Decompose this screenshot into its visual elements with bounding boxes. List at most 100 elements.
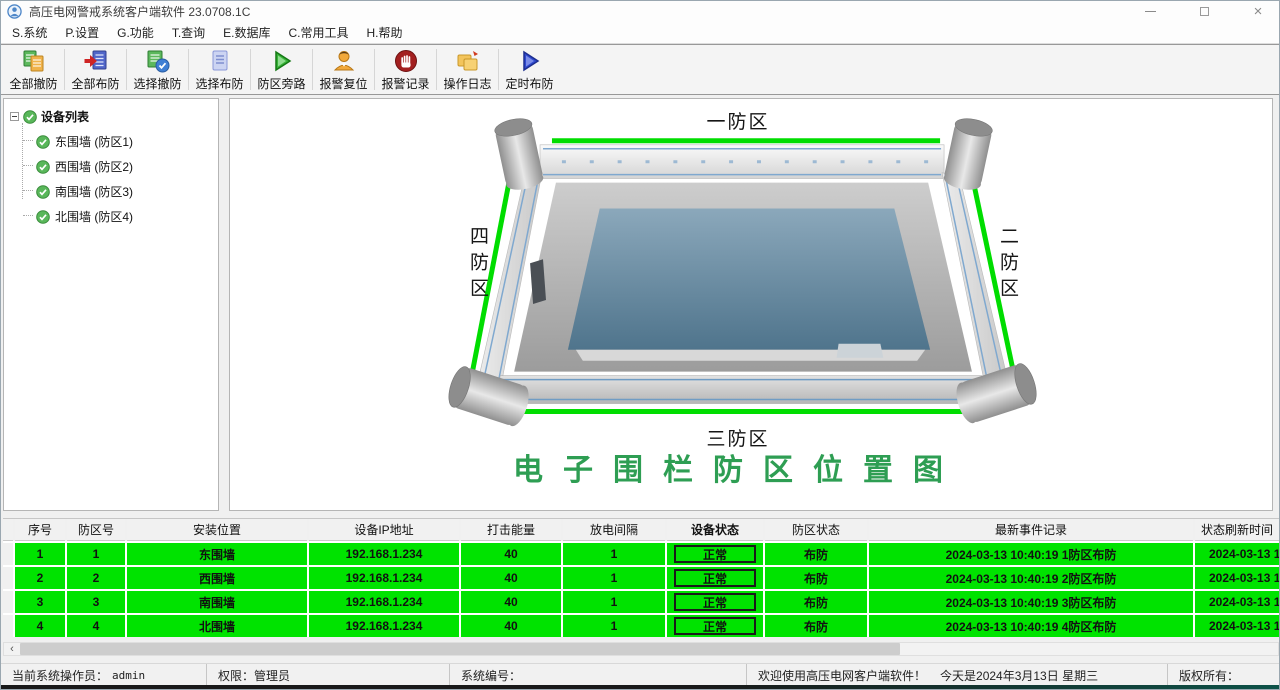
cell-seq[interactable]: 3 bbox=[15, 591, 65, 613]
menu-settings[interactable]: P.设置 bbox=[56, 22, 108, 43]
tree-item-label: 东围墙 (防区1) bbox=[55, 133, 133, 150]
close-button[interactable]: × bbox=[1245, 1, 1271, 22]
operation-log-icon bbox=[455, 48, 481, 74]
menu-common-tools[interactable]: C.常用工具 bbox=[280, 22, 358, 43]
select-disarm-button[interactable]: 选择撤防 bbox=[127, 45, 188, 94]
select-arm-button[interactable]: 选择布防 bbox=[189, 45, 250, 94]
device-status-chip: 正常 bbox=[674, 545, 757, 563]
minimize-button[interactable] bbox=[1137, 1, 1163, 22]
maximize-button[interactable] bbox=[1191, 1, 1217, 22]
cell-location[interactable]: 南围墙 bbox=[127, 591, 307, 613]
cell-zone-status[interactable]: 布防 bbox=[765, 543, 867, 565]
cell-latest-event[interactable]: 2024-03-13 10:40:19 2防区布防 bbox=[869, 567, 1193, 589]
device-status-chip: 正常 bbox=[674, 617, 757, 635]
cell-zone-no[interactable]: 1 bbox=[67, 543, 125, 565]
scrollbar-thumb[interactable] bbox=[20, 643, 900, 655]
timed-arm-button[interactable]: 定时布防 bbox=[499, 45, 560, 94]
cell-device-status[interactable]: 正常 bbox=[667, 543, 763, 565]
cell-zone-no[interactable]: 3 bbox=[67, 591, 125, 613]
cell-ip[interactable]: 192.168.1.234 bbox=[309, 567, 459, 589]
cell-zone-status[interactable]: 布防 bbox=[765, 567, 867, 589]
col-ip: 设备IP地址 bbox=[309, 519, 459, 541]
cell-refresh-time[interactable]: 2024-03-13 10:40:1 bbox=[1195, 591, 1279, 613]
cell-location[interactable]: 西围墙 bbox=[127, 567, 307, 589]
tree-item-west-wall[interactable]: 西围墙 (防区2) bbox=[36, 158, 212, 175]
operation-log-button[interactable]: 操作日志 bbox=[437, 45, 498, 94]
row-handle[interactable] bbox=[3, 591, 13, 613]
row-handle[interactable] bbox=[3, 567, 13, 589]
cell-ip[interactable]: 192.168.1.234 bbox=[309, 591, 459, 613]
cell-energy[interactable]: 40 bbox=[461, 591, 561, 613]
arm-all-button[interactable]: 全部布防 bbox=[65, 45, 126, 94]
cell-device-status[interactable]: 正常 bbox=[667, 591, 763, 613]
row-handle[interactable] bbox=[3, 615, 13, 637]
alarm-record-button[interactable]: 报警记录 bbox=[375, 45, 436, 94]
disarm-all-button[interactable]: 全部撤防 bbox=[3, 45, 64, 94]
menu-help[interactable]: H.帮助 bbox=[358, 22, 412, 43]
cell-energy[interactable]: 40 bbox=[461, 543, 561, 565]
cell-interval[interactable]: 1 bbox=[563, 591, 665, 613]
toolbar-button-label: 定时布防 bbox=[505, 75, 553, 92]
table-header: 序号 防区号 安装位置 设备IP地址 打击能量 放电间隔 设备状态 防区状态 最… bbox=[3, 518, 1279, 541]
zone-bypass-icon bbox=[269, 48, 295, 74]
system-number-label: 系统编号： bbox=[461, 667, 521, 684]
cell-latest-event[interactable]: 2024-03-13 10:40:19 4防区布防 bbox=[869, 615, 1193, 637]
cell-interval[interactable]: 1 bbox=[563, 567, 665, 589]
tree-item-south-wall[interactable]: 南围墙 (防区3) bbox=[36, 183, 212, 200]
table-row[interactable]: 2 2 西围墙 192.168.1.234 40 1 正常 布防 2024-03… bbox=[3, 567, 1279, 589]
cell-refresh-time[interactable]: 2024-03-13 10:40:1 bbox=[1195, 543, 1279, 565]
col-device-status: 设备状态 bbox=[667, 519, 763, 541]
cell-location[interactable]: 北围墙 bbox=[127, 615, 307, 637]
alarm-reset-button[interactable]: 报警复位 bbox=[313, 45, 374, 94]
col-interval: 放电间隔 bbox=[563, 519, 665, 541]
cell-energy[interactable]: 40 bbox=[461, 615, 561, 637]
zone-status-table: 序号 防区号 安装位置 设备IP地址 打击能量 放电间隔 设备状态 防区状态 最… bbox=[3, 518, 1279, 639]
scroll-left-arrow-icon[interactable]: ‹ bbox=[4, 643, 20, 655]
table-row[interactable]: 4 4 北围墙 192.168.1.234 40 1 正常 布防 2024-03… bbox=[3, 615, 1279, 637]
cell-device-status[interactable]: 正常 bbox=[667, 567, 763, 589]
tree-collapse-icon[interactable] bbox=[10, 112, 19, 121]
cell-seq[interactable]: 1 bbox=[15, 543, 65, 565]
cell-interval[interactable]: 1 bbox=[563, 543, 665, 565]
zone-label-2: 二防区 bbox=[994, 226, 1021, 304]
tree-root-device-list[interactable]: 设备列表 bbox=[10, 108, 212, 125]
table-body: 1 1 东围墙 192.168.1.234 40 1 正常 布防 2024-03… bbox=[3, 541, 1279, 637]
table-row[interactable]: 1 1 东围墙 192.168.1.234 40 1 正常 布防 2024-03… bbox=[3, 543, 1279, 565]
cell-refresh-time[interactable]: 2024-03-13 10:40:1 bbox=[1195, 567, 1279, 589]
menu-query[interactable]: T.查询 bbox=[163, 22, 214, 43]
app-window: 高压电网警戒系统客户端软件 23.0708.1C × S.系统 P.设置 G.功… bbox=[0, 0, 1280, 690]
cell-zone-no[interactable]: 4 bbox=[67, 615, 125, 637]
cell-zone-status[interactable]: 布防 bbox=[765, 615, 867, 637]
cell-energy[interactable]: 40 bbox=[461, 567, 561, 589]
tree-item-north-wall[interactable]: 北围墙 (防区4) bbox=[36, 208, 212, 225]
menu-system[interactable]: S.系统 bbox=[3, 22, 56, 43]
menu-database[interactable]: E.数据库 bbox=[214, 22, 279, 43]
cell-interval[interactable]: 1 bbox=[563, 615, 665, 637]
cell-latest-event[interactable]: 2024-03-13 10:40:19 1防区布防 bbox=[869, 543, 1193, 565]
cell-seq[interactable]: 4 bbox=[15, 615, 65, 637]
tree-item-east-wall[interactable]: 东围墙 (防区1) bbox=[36, 133, 212, 150]
toolbar-button-label: 全部布防 bbox=[71, 75, 119, 92]
cell-ip[interactable]: 192.168.1.234 bbox=[309, 615, 459, 637]
cell-zone-status[interactable]: 布防 bbox=[765, 591, 867, 613]
cell-latest-event[interactable]: 2024-03-13 10:40:19 3防区布防 bbox=[869, 591, 1193, 613]
cell-ip[interactable]: 192.168.1.234 bbox=[309, 543, 459, 565]
zone-bypass-button[interactable]: 防区旁路 bbox=[251, 45, 312, 94]
col-zone-status: 防区状态 bbox=[765, 519, 867, 541]
row-handle[interactable] bbox=[3, 543, 13, 565]
permission-value: 管理员 bbox=[254, 667, 290, 684]
table-row[interactable]: 3 3 南围墙 192.168.1.234 40 1 正常 布防 2024-03… bbox=[3, 591, 1279, 613]
menu-functions[interactable]: G.功能 bbox=[108, 22, 163, 43]
timed-arm-icon bbox=[517, 48, 543, 74]
cell-device-status[interactable]: 正常 bbox=[667, 615, 763, 637]
table-horizontal-scrollbar[interactable]: ‹ bbox=[3, 642, 1279, 656]
cell-seq[interactable]: 2 bbox=[15, 567, 65, 589]
status-permission: 权限： 管理员 bbox=[207, 664, 450, 687]
toolbar-button-label: 全部撤防 bbox=[9, 75, 57, 92]
col-seq: 序号 bbox=[15, 519, 65, 541]
status-system-number: 系统编号： bbox=[450, 664, 747, 687]
toolbar-button-label: 选择布防 bbox=[195, 75, 243, 92]
cell-location[interactable]: 东围墙 bbox=[127, 543, 307, 565]
cell-zone-no[interactable]: 2 bbox=[67, 567, 125, 589]
cell-refresh-time[interactable]: 2024-03-13 10:40:1 bbox=[1195, 615, 1279, 637]
